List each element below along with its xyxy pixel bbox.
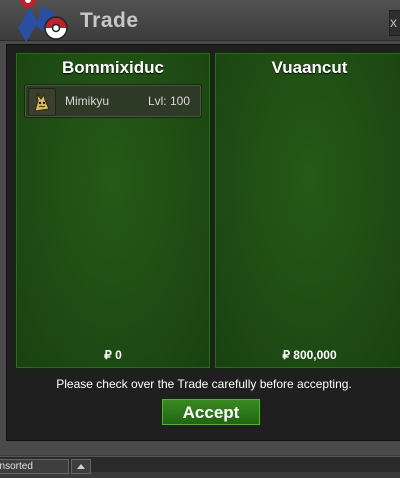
trade-panel-own: Bommixiduc Mimikyu Lvl: 100 ₽ 0 [15, 52, 211, 369]
pokemon-level: Lvl: 100 [147, 94, 190, 108]
bottom-tab-unsorted[interactable]: unsorted [0, 459, 69, 474]
expand-button[interactable] [71, 459, 91, 474]
pokemon-name: Mimikyu [65, 94, 109, 108]
close-icon: x [390, 14, 397, 30]
close-button[interactable]: x [389, 10, 400, 36]
money-offer-partner: ₽ 800,000 [282, 348, 337, 362]
trade-body: Bommixiduc Mimikyu Lvl: 100 ₽ 0 Vuaancut [6, 44, 400, 441]
trade-notice: Please check over the Trade carefully be… [56, 377, 352, 391]
money-offer-own: ₽ 0 [104, 348, 122, 362]
chevron-up-icon [77, 464, 85, 469]
mimikyu-icon [28, 88, 56, 116]
accept-button[interactable]: Accept [161, 398, 261, 426]
bottom-tab-label: unsorted [0, 461, 33, 472]
pokeball-logo-icon [18, 0, 68, 42]
trade-item-row[interactable]: Mimikyu Lvl: 100 [24, 84, 202, 118]
trade-window: Trade x Bommixiduc Mimikyu Lvl: 100 ₽ 0 … [0, 0, 400, 455]
window-title: Trade [80, 9, 139, 32]
window-titlebar[interactable]: Trade x [0, 0, 400, 42]
player-name-own: Bommixiduc [61, 58, 165, 77]
trade-panel-partner: Vuaancut ₽ 800,000 [214, 52, 400, 369]
bottom-bar: unsorted [0, 456, 400, 474]
player-name-partner: Vuaancut [271, 58, 348, 77]
